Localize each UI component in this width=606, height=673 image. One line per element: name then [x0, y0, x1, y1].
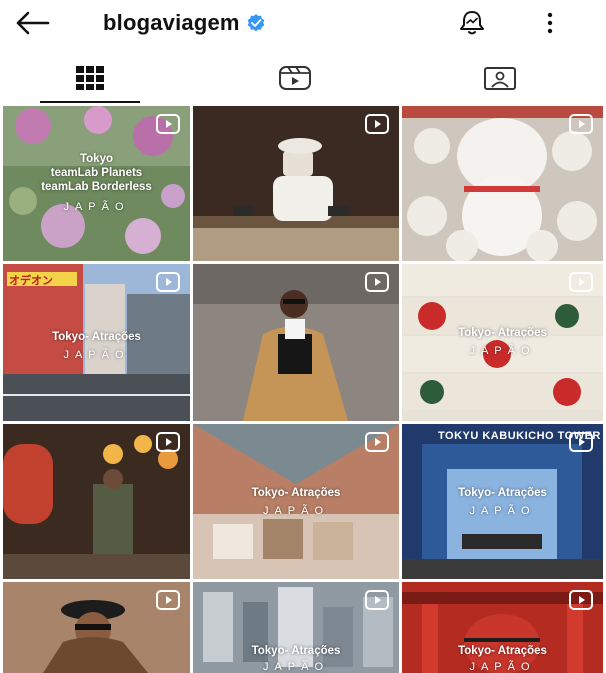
reel-icon [365, 432, 389, 452]
reel-icon [156, 432, 180, 452]
bell-icon [460, 11, 484, 35]
post-thumbnail[interactable]: Tokyo- Atrações JAPÃO [402, 582, 603, 673]
notification-bell-button[interactable] [456, 9, 488, 37]
reel-icon [569, 432, 593, 452]
reel-icon [569, 590, 593, 610]
post-thumbnail[interactable] [193, 264, 399, 421]
reels-icon [279, 66, 311, 90]
reel-icon [156, 590, 180, 610]
post-caption: Tokyo- Atrações JAPÃO [251, 645, 341, 673]
more-vertical-icon [547, 12, 553, 34]
tab-reels[interactable] [220, 52, 370, 104]
post-caption: Tokyo teamLab Planets teamLab Borderless… [41, 153, 152, 213]
sign-text: オデオン [9, 275, 53, 287]
posts-grid: Tokyo teamLab Planets teamLab Borderless… [3, 106, 603, 673]
verified-badge-icon [247, 14, 265, 32]
profile-header: blogaviagem [0, 0, 606, 46]
post-caption: Tokyo- Atrações JAPÃO [251, 487, 341, 517]
post-thumbnail[interactable] [3, 582, 190, 673]
profile-tabs [0, 52, 606, 104]
post-thumbnail[interactable]: Tokyo- Atrações JAPÃO [193, 582, 399, 673]
post-caption: Tokyo- Atrações JAPÃO [458, 327, 547, 357]
tab-posts[interactable] [15, 52, 165, 104]
reel-icon [365, 114, 389, 134]
reel-icon [365, 272, 389, 292]
post-thumbnail[interactable]: TOKYU KABUKICHO TOWER Tokyo- Atrações JA… [402, 424, 603, 579]
post-caption: Tokyo- Atrações JAPÃO [52, 331, 141, 361]
reel-icon [156, 272, 180, 292]
post-thumbnail[interactable]: Tokyo- Atrações JAPÃO [193, 424, 399, 579]
arrow-left-icon [16, 11, 50, 35]
reel-icon [569, 272, 593, 292]
tab-tagged[interactable] [425, 52, 575, 104]
post-caption: Tokyo- Atrações JAPÃO [458, 645, 547, 673]
post-thumbnail[interactable]: Tokyo teamLab Planets teamLab Borderless… [3, 106, 190, 261]
username: blogaviagem [103, 10, 240, 35]
post-thumbnail[interactable]: Tokyo- Atrações JAPÃO [402, 264, 603, 421]
more-options-button[interactable] [540, 10, 560, 36]
tagged-user-icon [484, 67, 516, 90]
post-thumbnail[interactable] [3, 424, 190, 579]
profile-title: blogaviagem [103, 9, 266, 37]
active-tab-indicator [40, 101, 140, 103]
back-button[interactable] [12, 8, 52, 38]
reel-icon [365, 590, 389, 610]
post-thumbnail[interactable]: オデオン Tokyo- Atrações JAPÃO [3, 264, 190, 421]
reel-icon [569, 114, 593, 134]
post-thumbnail[interactable] [193, 106, 399, 261]
post-thumbnail[interactable] [402, 106, 603, 261]
reel-icon [156, 114, 180, 134]
post-caption: Tokyo- Atrações JAPÃO [458, 487, 547, 517]
grid-icon [76, 66, 104, 90]
